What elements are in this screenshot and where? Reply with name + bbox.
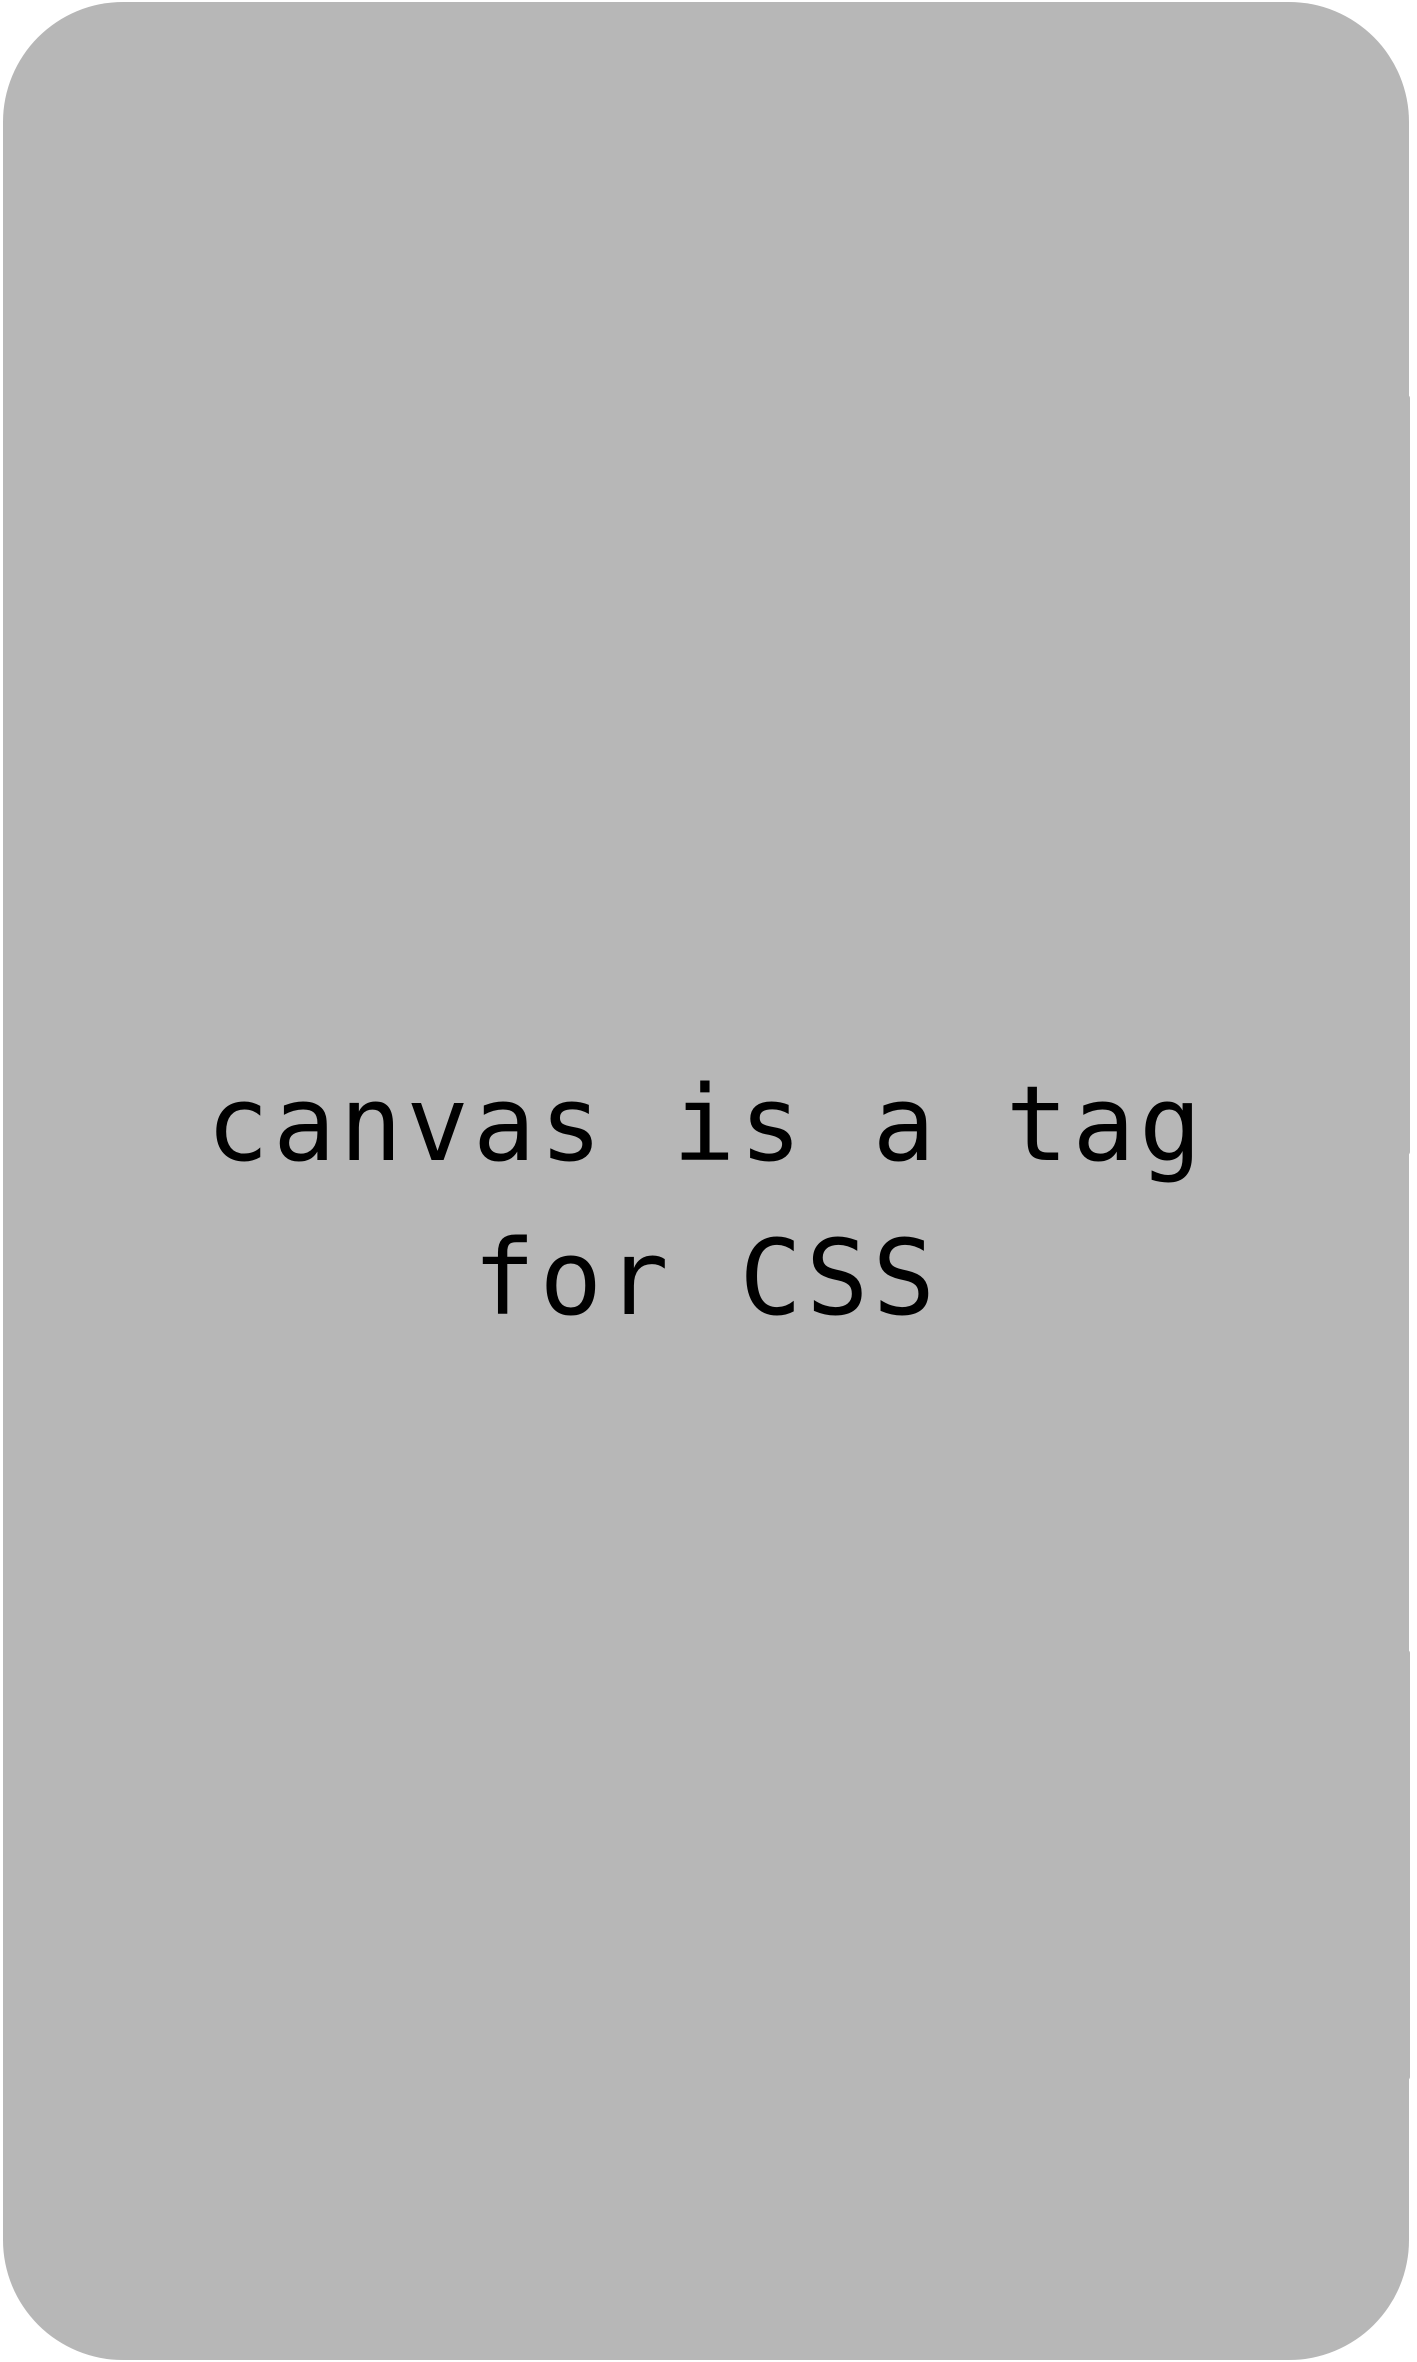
canvas-area: canvas is a tag for CSS	[3, 2, 1409, 2360]
message-line-1: canvas is a tag	[206, 1063, 1206, 1185]
canvas-fallback-message: canvas is a tag for CSS	[3, 1047, 1409, 1355]
side-button-upper	[1404, 395, 1410, 1155]
side-button-lower	[1404, 1650, 1410, 2080]
device-frame: canvas is a tag for CSS	[0, 0, 1412, 2362]
message-line-2: for CSS	[472, 1217, 940, 1339]
